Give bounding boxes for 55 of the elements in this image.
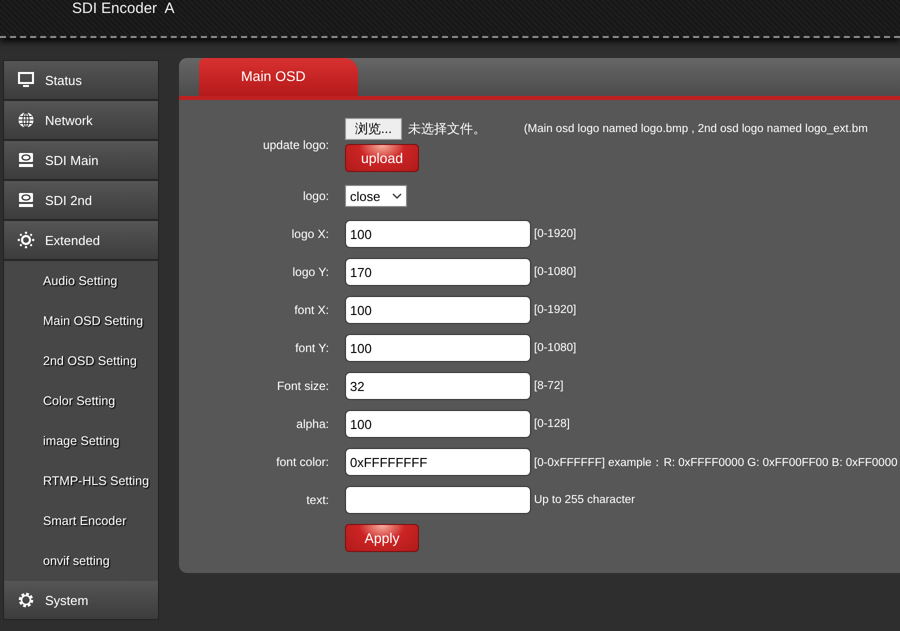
apply-button[interactable]: Apply: [345, 524, 419, 552]
device-title: SDI Encoder A: [72, 0, 175, 18]
browse-button[interactable]: 浏览...: [345, 118, 402, 140]
field-label: logo:: [302, 189, 330, 203]
sidebar-subitem[interactable]: Audio Setting: [4, 261, 158, 301]
settings-icon: [17, 591, 35, 609]
sidebar-subitem[interactable]: image Setting: [4, 421, 158, 461]
hint-text: [0-1920]: [534, 304, 576, 316]
sidebar-subitem[interactable]: Color Setting: [4, 381, 158, 421]
sidebar-item[interactable]: Extended: [4, 221, 158, 261]
input-field[interactable]: 32: [345, 372, 531, 400]
field-label: font color:: [275, 455, 330, 469]
hint-text: Up to 255 character: [534, 494, 636, 506]
sidebar-subitem[interactable]: onvif setting: [4, 541, 158, 581]
sidebar-subitem[interactable]: 2nd OSD Setting: [4, 341, 158, 381]
sidebar-item[interactable]: Status: [4, 61, 158, 101]
sidebar-subitem[interactable]: Main OSD Setting: [4, 301, 158, 341]
sidebar-item[interactable]: SDI Main: [4, 141, 158, 181]
globe-icon: [17, 111, 35, 129]
hint-text: [8-72]: [534, 380, 564, 392]
input-field[interactable]: 100: [345, 334, 531, 362]
sidebar-item[interactable]: System: [4, 581, 158, 619]
field-label: logo X:: [290, 227, 330, 241]
disc-drive-icon: [17, 151, 35, 169]
input-field[interactable]: 100: [345, 296, 531, 324]
sidebar-item[interactable]: Network: [4, 101, 158, 141]
sidebar-item[interactable]: SDI 2nd: [4, 181, 158, 221]
hint-text: [0-1920]: [534, 228, 576, 240]
field-label: font X:: [293, 303, 330, 317]
hint-text: [0-128]: [534, 418, 570, 430]
sidebar-subitem[interactable]: RTMP-HLS Setting: [4, 461, 158, 501]
hint-text: [0-1080]: [534, 342, 576, 354]
disc-drive-icon: [17, 191, 35, 209]
file-status: 未选择文件。: [408, 120, 486, 138]
field-label: logo Y:: [292, 265, 330, 279]
sun-icon: [17, 231, 35, 249]
field-label: font Y:: [294, 341, 330, 355]
caret-icon: [392, 193, 402, 199]
upload-button[interactable]: upload: [345, 144, 419, 172]
field-label: text:: [305, 493, 330, 507]
field-label: alpha:: [295, 417, 330, 431]
logo-dropdown[interactable]: close: [345, 185, 407, 207]
input-field[interactable]: [345, 486, 531, 514]
hint-text: (Main osd logo named logo.bmp , 2nd osd logo named logo_ext.bm: [524, 123, 868, 135]
field-label: Font size:: [276, 379, 330, 393]
field-label: update logo:: [262, 138, 330, 152]
input-field[interactable]: 100: [345, 410, 531, 438]
hint-text: [0-1080]: [534, 266, 576, 278]
sidebar-subitem[interactable]: Smart Encoder: [4, 501, 158, 541]
input-field[interactable]: 0xFFFFFFFF: [345, 448, 531, 476]
hint-text: [0-0xFFFFFF] example：R: 0xFFFF0000 G: 0xFF00FF00 B: 0xFF0000: [534, 456, 898, 470]
tab[interactable]: Main OSD: [199, 58, 358, 96]
monitor-icon: [17, 71, 35, 89]
input-field[interactable]: 170: [345, 258, 531, 286]
input-field[interactable]: 100: [345, 220, 531, 248]
